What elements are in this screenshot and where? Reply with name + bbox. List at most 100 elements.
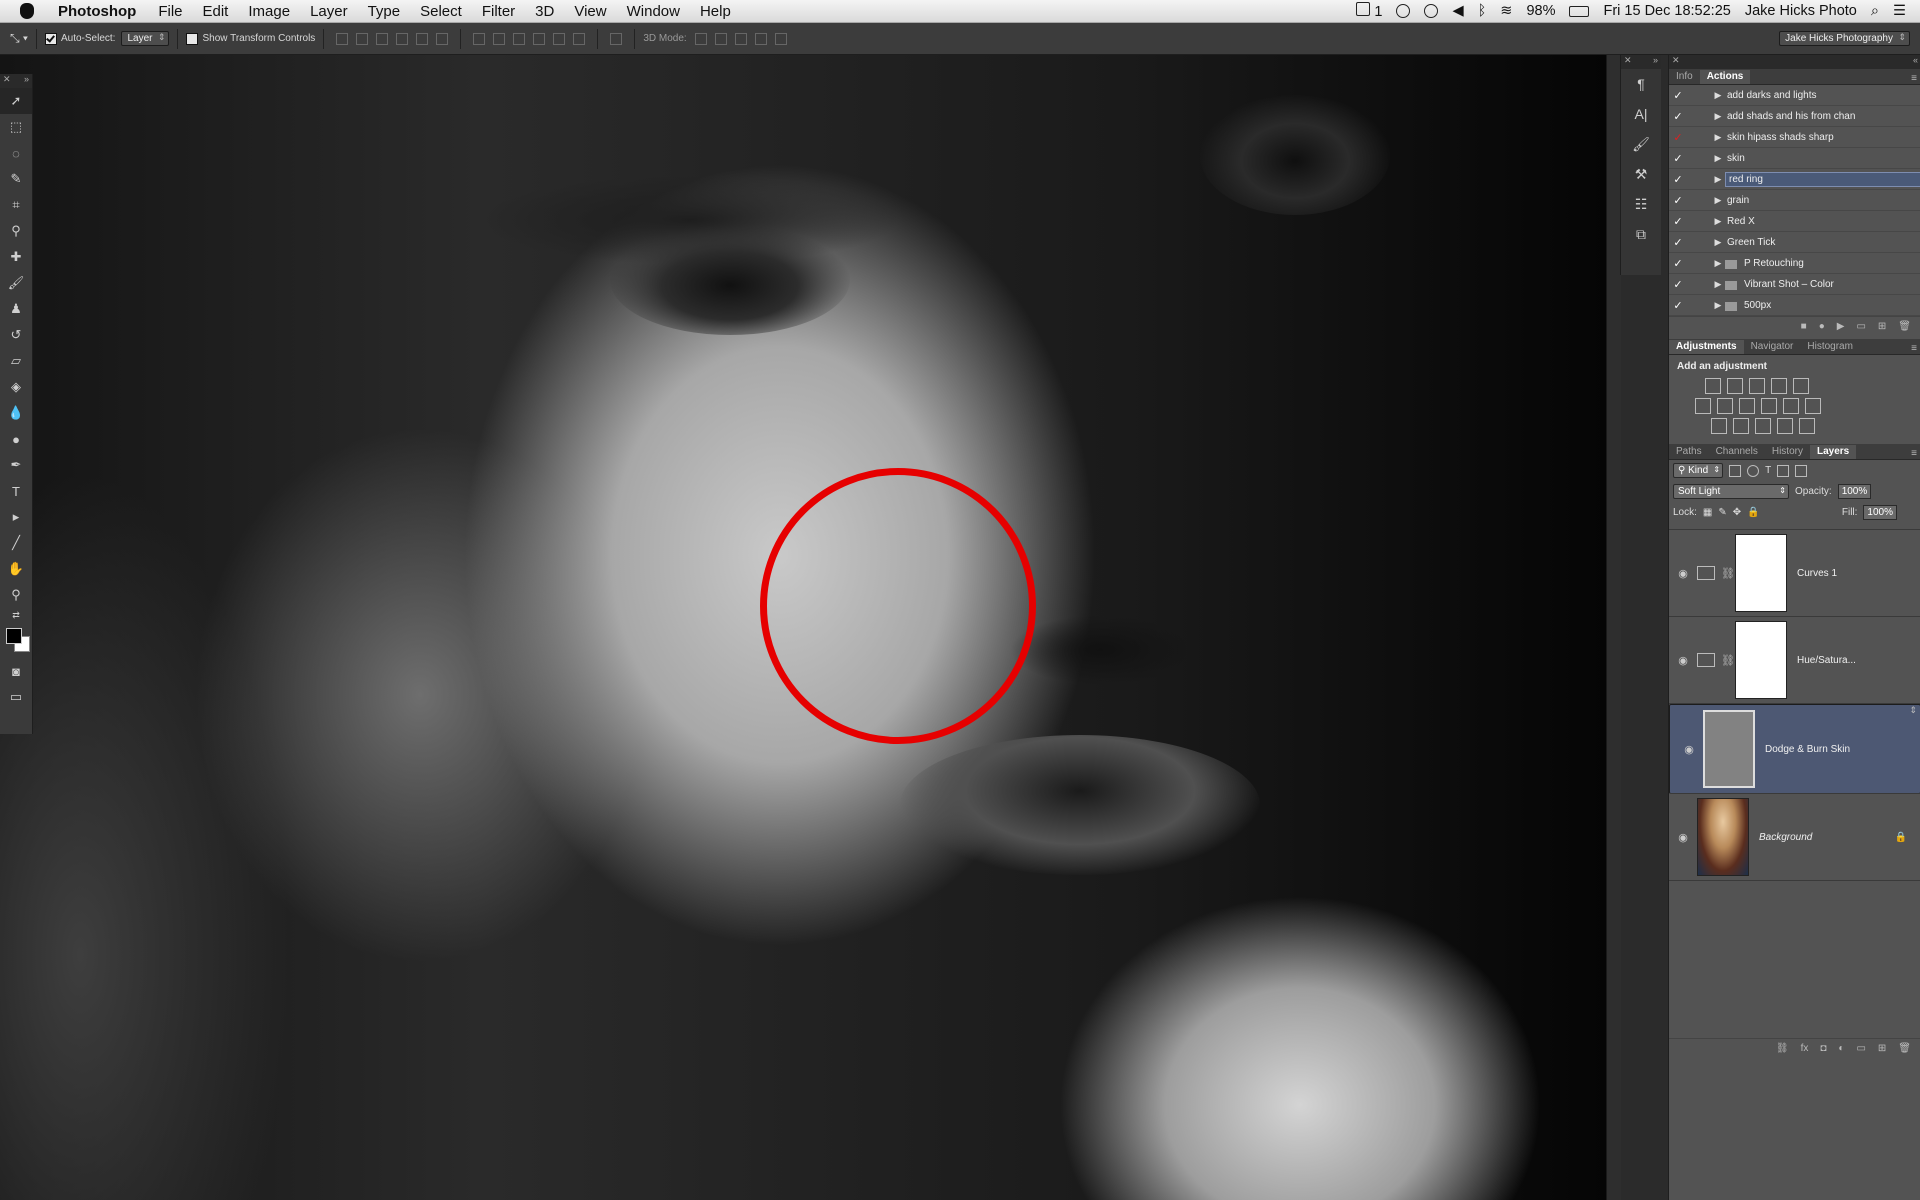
action-enabled-tick[interactable]: ✓ [1669,194,1687,207]
color-balance-icon[interactable] [1717,398,1733,414]
disclosure-triangle-icon[interactable]: ▶ [1711,153,1725,164]
tab-paths[interactable]: Paths [1669,445,1709,459]
menu-window[interactable]: Window [627,3,680,20]
healing-brush-tool-icon[interactable]: ✚ [0,244,32,270]
action-enabled-tick[interactable]: ✓ [1669,278,1687,291]
3d-scale-icon[interactable] [774,32,787,45]
filter-pixel-icon[interactable] [1729,464,1742,477]
brush-tool-icon[interactable]: 🖌 [0,270,32,296]
action-dialog-toggle[interactable] [1687,110,1701,122]
lock-position-icon[interactable]: ✥ [1733,507,1741,518]
align-right-icon[interactable] [436,32,449,45]
distribute-top-icon[interactable] [473,32,486,45]
tab-adjustments[interactable]: Adjustments [1669,340,1744,354]
filter-type-icon[interactable]: T [1765,465,1771,476]
layer-name[interactable]: Dodge & Burn Skin [1765,744,1850,755]
action-dialog-toggle[interactable] [1687,194,1701,206]
filter-smart-object-icon[interactable] [1795,464,1808,477]
fill-input[interactable]: 100% [1863,505,1897,520]
lock-pixels-icon[interactable]: ✎ [1718,507,1726,518]
visibility-eye-icon[interactable]: ◉ [1669,567,1697,580]
bluetooth-icon[interactable]: ᛒ [1478,3,1487,19]
disclosure-triangle-icon[interactable]: ▶ [1711,258,1725,269]
action-dialog-toggle[interactable] [1687,215,1701,227]
disclosure-triangle-icon[interactable]: ▶ [1711,216,1725,227]
layer-thumbnail[interactable] [1697,798,1749,876]
hue-saturation-icon[interactable] [1695,398,1711,414]
levels-icon[interactable] [1727,378,1743,394]
menu-3d[interactable]: 3D [535,3,554,20]
action-item[interactable]: ✓ ▶ Vibrant Shot – Color [1669,274,1920,295]
user-name[interactable]: Jake Hicks Photo [1745,3,1857,19]
auto-select-dropdown[interactable]: Layer [121,31,170,46]
menu-file[interactable]: File [158,3,182,20]
curves-icon[interactable] [1749,378,1765,394]
battery-percent[interactable]: 98% [1526,3,1555,19]
action-item[interactable]: ✓ ▶ skin [1669,148,1920,169]
action-enabled-tick[interactable]: ✓ [1669,110,1687,123]
notification-center-icon[interactable]: ☰ [1893,3,1906,19]
action-enabled-tick[interactable]: ✓ [1669,152,1687,165]
lock-all-icon[interactable]: 🔒 [1747,507,1759,518]
menu-help[interactable]: Help [700,3,731,20]
tool-presets-icon[interactable]: ⚒ [1621,159,1661,189]
selective-color-icon[interactable] [1777,418,1793,434]
disclosure-triangle-icon[interactable]: ▶ [1711,237,1725,248]
eraser-tool-icon[interactable]: ▱ [0,348,32,374]
action-item[interactable]: ✓ ▶ red ring [1669,169,1920,190]
action-dialog-toggle[interactable] [1687,89,1701,101]
action-item[interactable]: ✓ ▶ grain [1669,190,1920,211]
dock-header[interactable]: ✕» [1621,55,1661,69]
align-vcenter-icon[interactable] [356,32,369,45]
filter-shape-icon[interactable] [1777,464,1790,477]
disclosure-triangle-icon[interactable]: ▶ [1711,132,1725,143]
action-dialog-toggle[interactable] [1687,236,1701,248]
new-action-icon[interactable]: ⊞ [1878,321,1886,332]
move-tool-preset-icon[interactable]: ⤡ ▾ [10,31,28,46]
quick-mask-icon[interactable]: ◙ [0,658,32,684]
menu-edit[interactable]: Edit [203,3,229,20]
disclosure-triangle-icon[interactable]: ▶ [1711,90,1725,101]
3d-rotate-icon[interactable] [694,32,707,45]
mask-link-icon[interactable]: ⛓ [1721,567,1735,580]
brightness-contrast-icon[interactable] [1705,378,1721,394]
lasso-tool-icon[interactable]: ◌ [0,140,32,166]
workspace-dropdown[interactable]: Jake Hicks Photography [1779,31,1910,46]
layer-name[interactable]: Hue/Satura... [1797,655,1856,666]
distribute-left-icon[interactable] [533,32,546,45]
new-layer-icon[interactable]: ⊞ [1878,1043,1886,1054]
distribute-bottom-icon[interactable] [513,32,526,45]
document-canvas[interactable] [0,55,1606,1200]
photo-filter-icon[interactable] [1761,398,1777,414]
disclosure-triangle-icon[interactable]: ▶ [1711,111,1725,122]
action-dialog-toggle[interactable] [1687,131,1701,143]
time-machine-icon[interactable] [1424,4,1439,18]
disclosure-triangle-icon[interactable]: ▶ [1711,174,1725,185]
new-adjustment-layer-icon[interactable]: ◐ [1838,1043,1844,1054]
zoom-tool-icon[interactable]: ⚲ [0,582,32,608]
layer-row[interactable]: ◉ Dodge & Burn Skin [1669,704,1920,794]
action-item[interactable]: ✓ ▶ 500px [1669,295,1920,316]
adobe-badge[interactable]: 1 [1356,2,1382,20]
path-select-tool-icon[interactable]: ▸ [0,504,32,530]
auto-align-icon[interactable] [610,32,623,45]
tab-channels[interactable]: Channels [1709,445,1765,459]
menu-layer[interactable]: Layer [310,3,348,20]
invert-icon[interactable] [1711,418,1727,434]
tab-info[interactable]: Info [1669,70,1700,84]
gradient-map-icon[interactable] [1799,418,1815,434]
action-dialog-toggle[interactable] [1687,173,1701,185]
tab-histogram[interactable]: Histogram [1800,340,1860,354]
action-dialog-toggle[interactable] [1687,299,1701,311]
clone-source-icon[interactable]: ⧉ [1621,219,1661,249]
menu-image[interactable]: Image [248,3,290,20]
opacity-input[interactable]: 100% [1837,484,1872,499]
menu-view[interactable]: View [574,3,606,20]
action-enabled-tick[interactable]: ✓ [1669,299,1687,312]
distribute-hcenter-icon[interactable] [553,32,566,45]
blend-mode-dropdown[interactable]: Soft Light [1673,484,1789,499]
action-enabled-tick[interactable]: ✓ [1669,89,1687,102]
screen-mode-icon[interactable]: ▭ [0,684,32,710]
tab-history[interactable]: History [1765,445,1810,459]
distribute-right-icon[interactable] [573,32,586,45]
